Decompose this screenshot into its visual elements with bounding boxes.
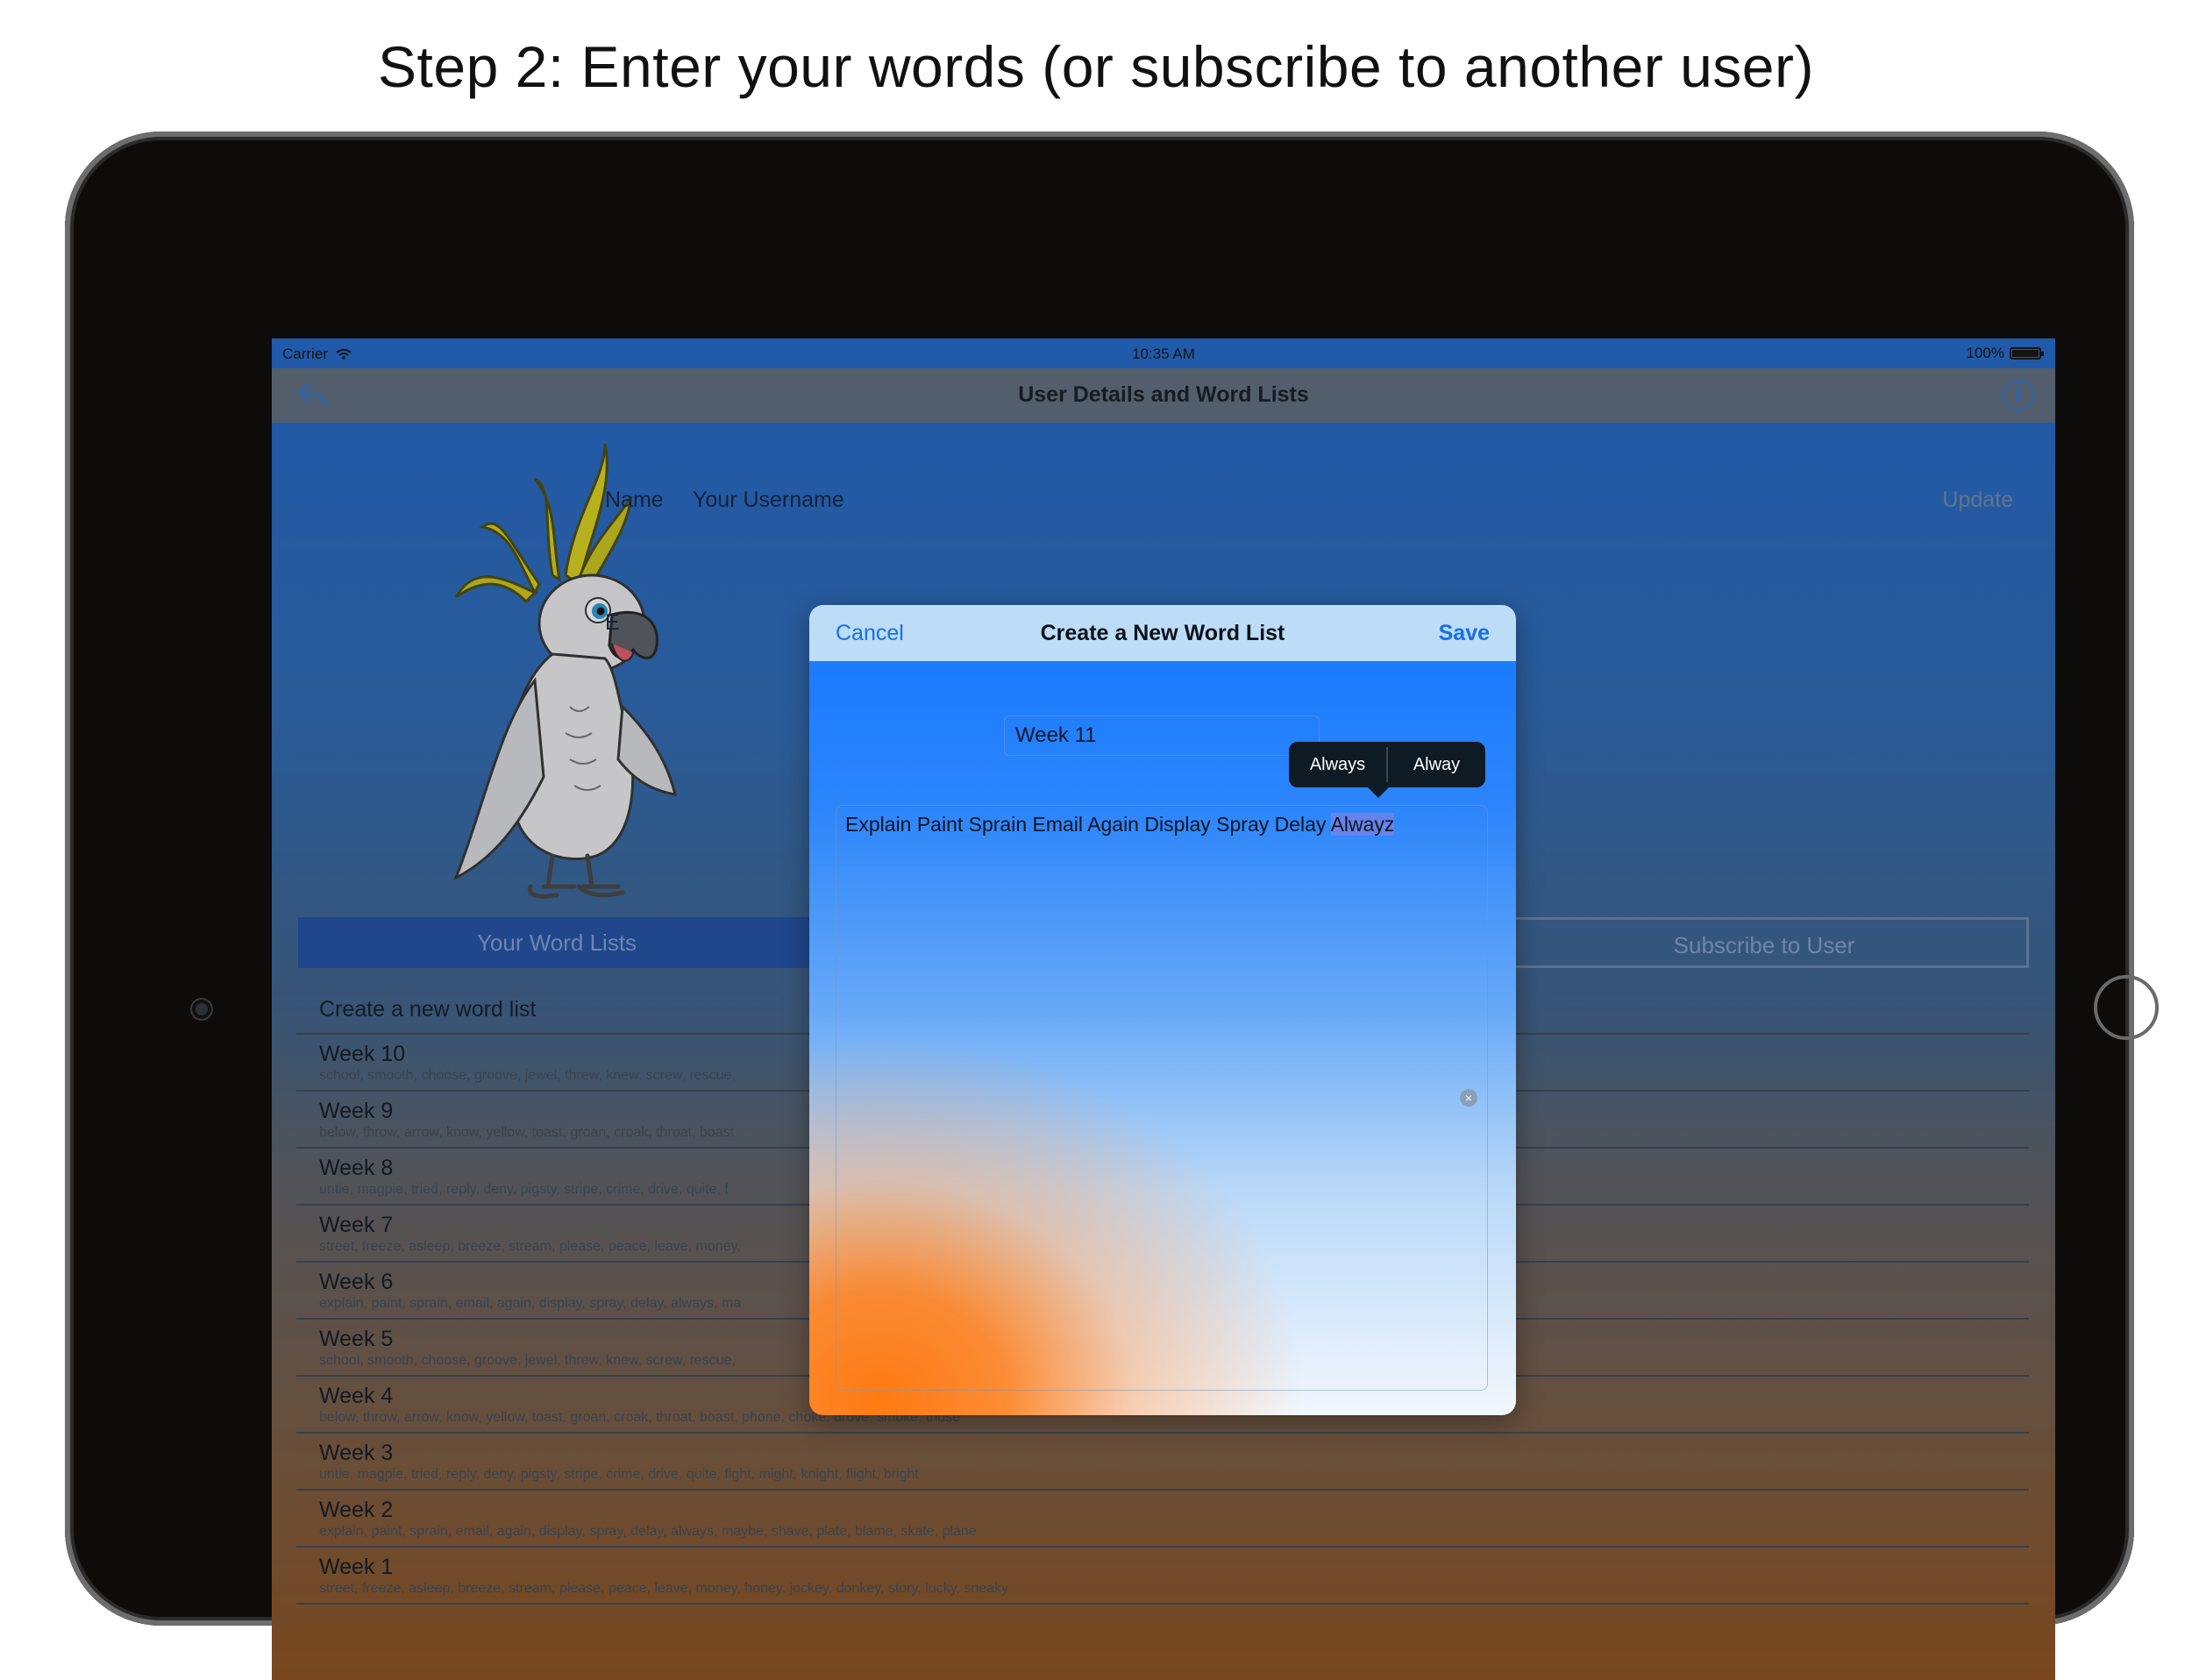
list-name-input[interactable]: Week 11 bbox=[1004, 715, 1320, 756]
modal-header: Cancel Create a New Word List Save bbox=[809, 605, 1516, 661]
ipad-frame: Carrier 10:35 AM 100% User Details and W… bbox=[65, 132, 2159, 1680]
suggestion-pointer bbox=[1368, 787, 1389, 798]
create-word-list-modal: Cancel Create a New Word List Save Week … bbox=[809, 605, 1516, 1415]
suggestion-always[interactable]: Always bbox=[1289, 742, 1386, 787]
words-textarea[interactable]: Explain Paint Sprain Email Again Display… bbox=[836, 805, 1488, 1391]
page-caption: Step 2: Enter your words (or subscribe t… bbox=[378, 34, 1814, 99]
clear-text-icon[interactable]: × bbox=[1460, 1089, 1477, 1107]
front-camera bbox=[192, 1000, 211, 1019]
home-button[interactable] bbox=[2094, 975, 2159, 1040]
words-text: Explain Paint Sprain Email Again Display… bbox=[845, 813, 1331, 836]
save-button[interactable]: Save bbox=[1439, 621, 1490, 646]
autocorrect-suggestions: Always Alway bbox=[1289, 742, 1485, 798]
misspelled-word-highlight[interactable]: Alwayz bbox=[1330, 813, 1395, 836]
app-screen: Carrier 10:35 AM 100% User Details and W… bbox=[272, 338, 2055, 1680]
modal-title: Create a New Word List bbox=[1040, 621, 1285, 645]
suggestion-alway[interactable]: Alway bbox=[1388, 742, 1485, 787]
